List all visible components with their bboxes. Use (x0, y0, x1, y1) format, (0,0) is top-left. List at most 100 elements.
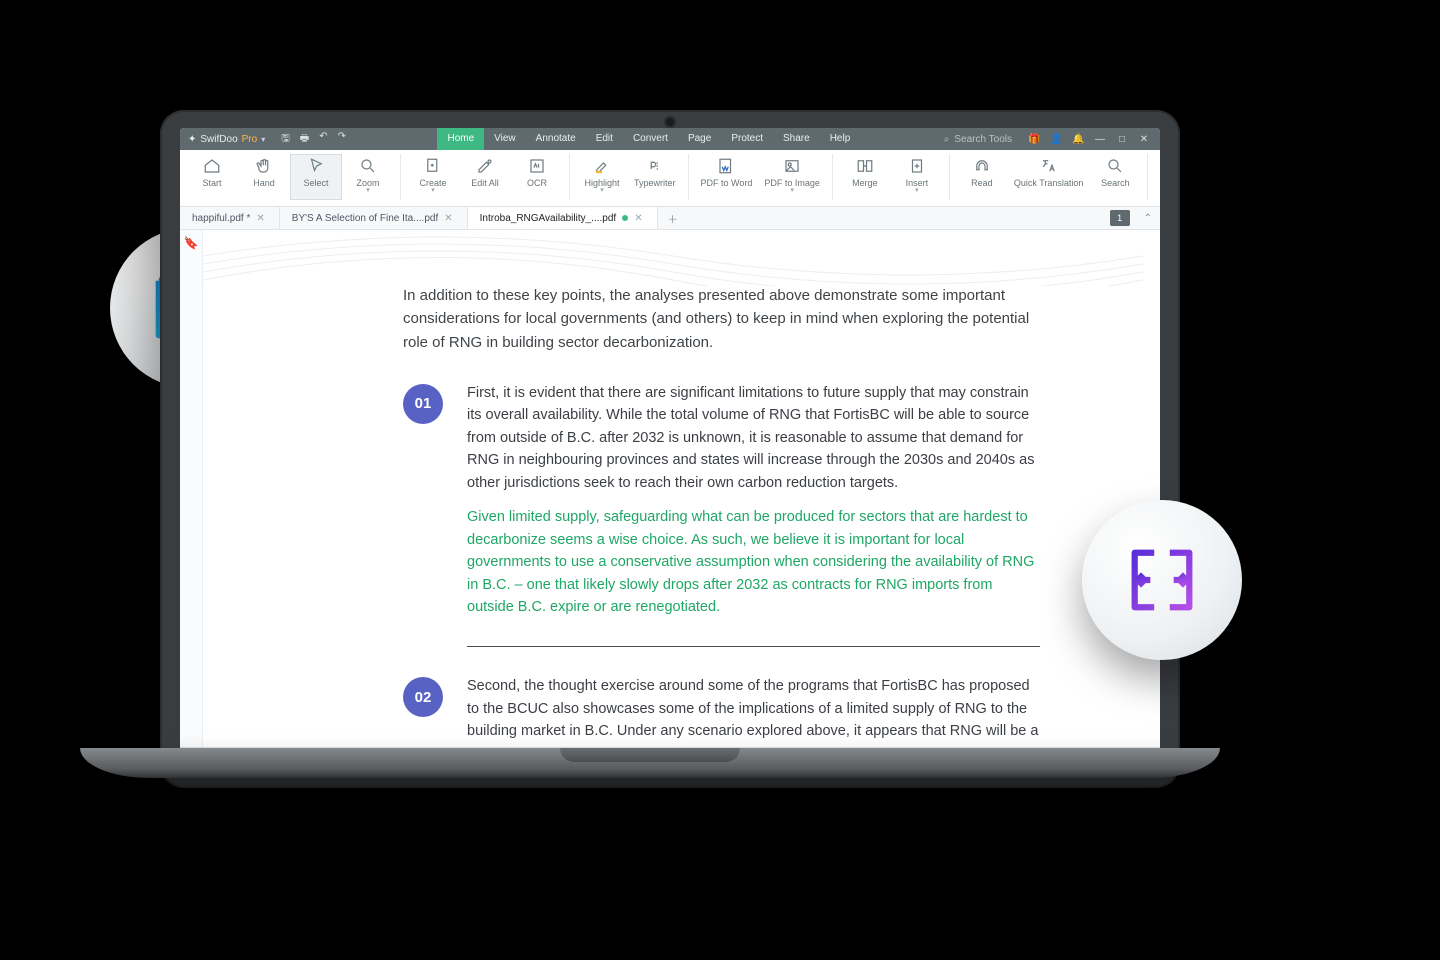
point-01-highlight: Given limited supply, safeguarding what … (467, 506, 1040, 618)
doc-tab[interactable]: Introba_RNGAvailability_....pdf ✕ (468, 207, 658, 229)
ribbon-start[interactable]: Start (186, 154, 238, 200)
ribbon-search-label: Search (1101, 178, 1130, 188)
ribbon-toolbar: Start Hand Select Zoom▾ Create▾ Edit All OCR Hi… (180, 150, 1160, 207)
ribbon-quicktrans[interactable]: Quick Translation (1008, 154, 1090, 200)
ribbon-zoom[interactable]: Zoom▾ (342, 154, 394, 200)
ribbon-insert[interactable]: Insert▾ (891, 154, 943, 200)
ribbon-search[interactable]: Search (1089, 154, 1141, 200)
pdftoimage-icon (782, 156, 802, 176)
ribbon-select[interactable]: Select (290, 154, 342, 200)
doc-tab-label: BY'S A Selection of Fine Ita....pdf (292, 213, 438, 224)
caret-icon: ▾ (366, 189, 370, 193)
point-number-01: 01 (403, 384, 443, 424)
window-close[interactable]: ✕ (1138, 134, 1150, 145)
main-menu: HomeViewAnnotateEditConvertPageProtectSh… (354, 128, 944, 150)
doc-tab-label: happiful.pdf * (192, 213, 250, 224)
tool-search[interactable]: ⌕ Search Tools (944, 134, 1018, 145)
bell-icon[interactable]: 🔔 (1072, 134, 1084, 145)
search-icon: ⌕ (944, 134, 950, 145)
bookmark-icon[interactable]: 🔖 (184, 236, 199, 250)
menu-page[interactable]: Page (678, 128, 721, 150)
menu-protect[interactable]: Protect (721, 128, 773, 150)
gift-icon[interactable]: 🎁 (1028, 134, 1040, 145)
start-icon (202, 156, 222, 176)
pdftoword-icon (716, 156, 736, 176)
app-logo-icon: ✦ (188, 134, 196, 145)
select-icon (306, 156, 326, 176)
redo-icon[interactable]: ↷ (338, 131, 346, 148)
merge-icon (855, 156, 875, 176)
ribbon-merge-label: Merge (852, 178, 878, 188)
editall-icon (475, 156, 495, 176)
ribbon-typewriter[interactable]: Typewriter (628, 154, 682, 200)
tab-close-icon[interactable]: ✕ (634, 213, 642, 224)
divider (467, 646, 1040, 647)
quicktrans-icon (1039, 156, 1059, 176)
print-icon[interactable]: 🖶 (300, 131, 309, 148)
doc-tab[interactable]: happiful.pdf * ✕ (180, 207, 280, 229)
laptop-notch (560, 748, 740, 762)
point-number-02: 02 (403, 677, 443, 717)
create-icon (423, 156, 443, 176)
intro-paragraph: In addition to these key points, the ana… (403, 284, 1040, 354)
typewriter-icon (645, 156, 665, 176)
ribbon-highlight[interactable]: Highlight▾ (576, 154, 628, 200)
tab-close-icon[interactable]: ✕ (444, 213, 452, 224)
unsaved-dot-icon (622, 215, 628, 221)
menu-edit[interactable]: Edit (586, 128, 623, 150)
menu-home[interactable]: Home (437, 128, 484, 150)
menu-convert[interactable]: Convert (623, 128, 678, 150)
save-icon[interactable]: 🖫 (281, 131, 290, 148)
caret-icon: ▾ (431, 189, 435, 193)
app-brand: ✦ SwifDoo Pro ▾ (180, 134, 273, 145)
ribbon-ocr-label: OCR (527, 178, 547, 188)
left-gutter: 🔖 (180, 230, 203, 747)
ribbon-pdftoword-label: PDF to Word (701, 178, 753, 188)
ribbon-ocr[interactable]: OCR (511, 154, 563, 200)
ribbon-pdftoimage[interactable]: PDF to Image▾ (758, 154, 826, 200)
ribbon-quicktrans-label: Quick Translation (1014, 178, 1084, 188)
ribbon-typewriter-label: Typewriter (634, 178, 676, 188)
ribbon-create[interactable]: Create▾ (407, 154, 459, 200)
tool-search-placeholder: Search Tools (954, 134, 1012, 145)
ribbon-select-label: Select (303, 178, 328, 188)
window-minimize[interactable]: — (1094, 134, 1106, 145)
ribbon-hand-label: Hand (253, 178, 275, 188)
quick-access-toolbar: 🖫 🖶 ↶ ↷ (273, 131, 354, 148)
tabs-collapse-icon[interactable]: ⌃ (1136, 207, 1160, 229)
ribbon-start-label: Start (202, 178, 221, 188)
caret-icon: ▾ (600, 189, 604, 193)
menu-help[interactable]: Help (820, 128, 861, 150)
caret-icon: ▾ (790, 189, 794, 193)
hand-icon (254, 156, 274, 176)
read-icon (972, 156, 992, 176)
window-controls-group: 🎁 👤 🔔 — □ ✕ (1018, 134, 1160, 145)
user-icon[interactable]: 👤 (1050, 134, 1062, 145)
brand-caret-icon[interactable]: ▾ (261, 135, 265, 144)
point-02-body: Second, the thought exercise around some… (467, 675, 1040, 747)
ribbon-editall-label: Edit All (471, 178, 499, 188)
undo-icon[interactable]: ↶ (319, 131, 327, 148)
ribbon-editall[interactable]: Edit All (459, 154, 511, 200)
menu-share[interactable]: Share (773, 128, 820, 150)
menu-view[interactable]: View (484, 128, 526, 150)
tab-add[interactable]: ＋ (658, 207, 688, 229)
app-edition: Pro (242, 134, 258, 145)
title-bar: ✦ SwifDoo Pro ▾ 🖫 🖶 ↶ ↷ HomeViewAnnotate… (180, 128, 1160, 150)
doc-tab[interactable]: BY'S A Selection of Fine Ita....pdf ✕ (280, 207, 468, 229)
menu-annotate[interactable]: Annotate (526, 128, 586, 150)
laptop-frame: ✦ SwifDoo Pro ▾ 🖫 🖶 ↶ ↷ HomeViewAnnotate… (160, 110, 1180, 788)
ocr-icon (527, 156, 547, 176)
ribbon-merge[interactable]: Merge (839, 154, 891, 200)
camera-dot (666, 118, 674, 126)
document-page: In addition to these key points, the ana… (203, 230, 1160, 747)
work-area: 🔖 In addition to these key points, the a… (180, 230, 1160, 747)
highlight-icon (592, 156, 612, 176)
ribbon-pdftoword[interactable]: PDF to Word (695, 154, 759, 200)
ribbon-read[interactable]: Read (956, 154, 1008, 200)
doc-tab-label: Introba_RNGAvailability_....pdf (480, 213, 617, 224)
window-maximize[interactable]: □ (1116, 134, 1128, 145)
ribbon-hand[interactable]: Hand (238, 154, 290, 200)
laptop-base (80, 748, 1220, 778)
tab-close-icon[interactable]: ✕ (256, 213, 264, 224)
